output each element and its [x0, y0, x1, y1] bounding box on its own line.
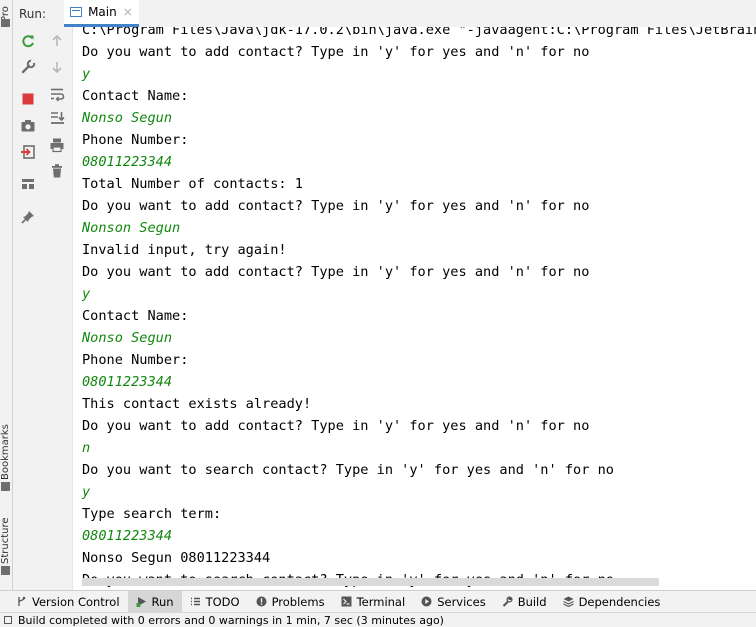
- tool-window-bar: Version Control Run TODO Problems Terminal Se…: [0, 590, 756, 613]
- tool-window-label: Services: [437, 594, 486, 609]
- run-header: Run: Main ×: [13, 0, 756, 28]
- tool-window-terminal[interactable]: Terminal: [333, 591, 414, 613]
- console-output[interactable]: C:\Program Files\Java\jdk-17.0.2\bin\jav…: [73, 27, 756, 590]
- problems-icon: [256, 596, 267, 607]
- console-output-line: Do you want to add contact? Type in 'y' …: [82, 198, 590, 214]
- console-input-line: Nonson Segun: [82, 220, 181, 236]
- status-bar: Build completed with 0 errors and 0 warn…: [0, 612, 756, 627]
- soft-wrap-icon: [51, 88, 65, 102]
- console-input-line: 08011223344: [82, 528, 173, 544]
- tool-window-run[interactable]: Run: [127, 590, 182, 613]
- console-input-line: y: [82, 484, 91, 500]
- console-output-line: Contact Name:: [82, 308, 189, 324]
- run-toolbar-secondary: [42, 27, 72, 590]
- run-icon: [136, 596, 147, 607]
- structure-icon: [1, 566, 10, 575]
- bookmarks-tab[interactable]: Bookmarks: [0, 418, 12, 480]
- console-input-line: Nonso Segun: [82, 330, 173, 346]
- status-toggle-icon[interactable]: [4, 616, 12, 624]
- tool-window-dependencies[interactable]: Dependencies: [555, 591, 669, 613]
- console-input-line: 08011223344: [82, 374, 173, 390]
- tool-window-services[interactable]: Services: [413, 591, 494, 613]
- tool-window-label: Problems: [271, 594, 325, 609]
- console-input-line: y: [82, 66, 91, 82]
- console-input-line: y: [82, 286, 91, 302]
- folder-icon: [1, 19, 10, 27]
- pin-icon: [21, 211, 34, 224]
- services-icon: [421, 596, 432, 607]
- printer-icon: [50, 138, 64, 153]
- pin-tab-button[interactable]: [18, 207, 38, 227]
- arrow-down-icon: [52, 62, 62, 74]
- trash-icon: [52, 164, 62, 178]
- tool-window-label: TODO: [205, 594, 240, 609]
- status-message: Build completed with 0 errors and 0 warn…: [18, 613, 444, 627]
- exit-icon: [21, 145, 35, 159]
- tool-window-label: Version Control: [32, 594, 120, 609]
- console-output-line: Nonso Segun 08011223344: [82, 550, 271, 566]
- stop-icon: [22, 93, 34, 105]
- rerun-button[interactable]: [18, 31, 38, 51]
- wrench-icon: [21, 59, 36, 74]
- layout-icon: [22, 179, 34, 189]
- console-input-line: Nonso Segun: [82, 110, 173, 126]
- next-occurrence-button[interactable]: [47, 57, 67, 77]
- console-output-line: Do you want to add contact? Type in 'y' …: [82, 44, 590, 60]
- rerun-icon: [22, 35, 34, 48]
- console-output-line: Do you want to add contact? Type in 'y' …: [82, 264, 590, 280]
- restore-layout-button[interactable]: [18, 174, 38, 194]
- tab-main[interactable]: Main ×: [64, 0, 139, 27]
- previous-occurrence-button[interactable]: [47, 31, 67, 51]
- camera-icon: [21, 120, 35, 132]
- close-icon[interactable]: ×: [123, 5, 133, 19]
- tool-window-label: Run: [151, 594, 174, 609]
- console-output-line: Contact Name:: [82, 88, 189, 104]
- print-button[interactable]: [47, 135, 67, 155]
- console-output-line: This contact exists already!: [82, 396, 312, 412]
- tool-window-label: Build: [517, 594, 547, 609]
- tool-window-problems[interactable]: Problems: [248, 591, 333, 613]
- clear-all-button[interactable]: [47, 161, 67, 181]
- left-tool-strip: Pro Bookmarks Structure: [0, 0, 13, 590]
- build-icon: [502, 596, 513, 607]
- console-output-line: Type search term:: [82, 506, 222, 522]
- console-output-line: Do you want to search contact? Type in '…: [82, 462, 614, 478]
- tool-window-label: Terminal: [356, 594, 406, 609]
- bookmark-icon: [1, 482, 10, 491]
- console-output-line: Phone Number:: [82, 132, 189, 148]
- console-output-line: Do you want to add contact? Type in 'y' …: [82, 418, 590, 434]
- console-input-line: 08011223344: [82, 154, 173, 170]
- console-output-line: Phone Number:: [82, 352, 189, 368]
- run-toolbar-primary: [13, 27, 43, 590]
- console-output-line: Invalid input, try again!: [82, 242, 287, 258]
- dependencies-icon: [562, 596, 574, 607]
- tool-window-build[interactable]: Build: [494, 591, 555, 613]
- todo-icon: [190, 596, 201, 607]
- tool-window-version-control[interactable]: Version Control: [8, 591, 128, 613]
- soft-wrap-button[interactable]: [47, 84, 67, 104]
- horizontal-scrollbar[interactable]: [82, 578, 659, 586]
- stop-button[interactable]: [18, 89, 38, 109]
- structure-tab[interactable]: Structure: [0, 512, 12, 564]
- terminal-icon: [341, 596, 352, 607]
- version-control-icon: [16, 596, 27, 607]
- console-output-line: Total Number of contacts: 1: [82, 176, 303, 192]
- scroll-to-end-icon: [51, 112, 65, 124]
- run-label: Run:: [19, 6, 47, 21]
- exit-button[interactable]: [18, 142, 38, 162]
- tab-main-label: Main: [88, 5, 117, 19]
- modify-run-configuration-button[interactable]: [18, 57, 38, 77]
- tool-window-todo[interactable]: TODO: [182, 591, 248, 613]
- console-command-line: C:\Program Files\Java\jdk-17.0.2\bin\jav…: [82, 27, 756, 38]
- dump-threads-button[interactable]: [18, 116, 38, 136]
- scroll-to-end-button[interactable]: [47, 108, 67, 128]
- console-input-line: n: [82, 440, 91, 456]
- tool-window-label: Dependencies: [578, 594, 661, 609]
- console-tab-icon: [70, 7, 83, 17]
- arrow-up-icon: [52, 34, 62, 46]
